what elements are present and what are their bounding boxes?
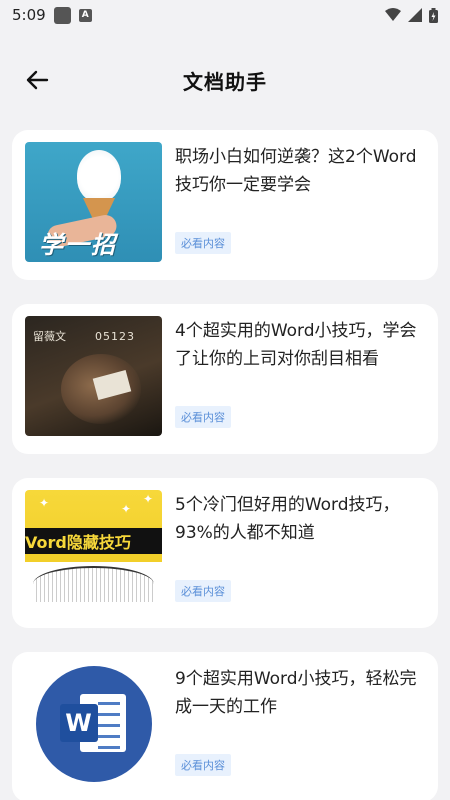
thumbnail-caption: W: [59, 704, 98, 742]
article-title: 5个冷门但好用的Word技巧，93%的人都不知道: [175, 495, 400, 543]
article-tag: 必看内容: [175, 580, 231, 602]
article-card[interactable]: 留薇文 05123 4个超实用的Word小技巧，学会了让你的上司对你刮目相看 必…: [12, 304, 438, 454]
thumbnail-date: 05123: [95, 330, 135, 343]
article-card[interactable]: 学一招 职场小白如何逆袭？这2个Word技巧你一定要学会 必看内容: [12, 130, 438, 280]
article-thumbnail: 留薇文 05123: [25, 316, 162, 436]
article-tag: 必看内容: [175, 406, 231, 428]
article-title: 职场小白如何逆袭？这2个Word技巧你一定要学会: [175, 147, 417, 195]
thumbnail-logo: 留薇文: [33, 330, 66, 343]
page-title: 文档助手: [183, 69, 267, 94]
status-time: 5:09: [12, 6, 46, 24]
article-thumbnail: 学一招: [25, 142, 162, 262]
thumbnail-caption: Vord隐藏技巧: [25, 528, 162, 554]
article-tag: 必看内容: [175, 232, 231, 254]
wifi-icon: [385, 8, 401, 21]
article-list: 学一招 职场小白如何逆袭？这2个Word技巧你一定要学会 必看内容 留薇文 05…: [0, 130, 450, 800]
thumbnail-caption: 学一招: [39, 231, 117, 259]
article-card[interactable]: ✦ ✦ ✦ Vord隐藏技巧 5个冷门但好用的Word技巧，93%的人都不知道 …: [12, 478, 438, 628]
signal-icon: [408, 8, 422, 22]
article-card[interactable]: W 9个超实用Word小技巧，轻松完成一天的工作 必看内容: [12, 652, 438, 800]
status-bar: 5:09 A: [0, 0, 450, 30]
article-title: 9个超实用Word小技巧，轻松完成一天的工作: [175, 669, 417, 717]
app-notification-icon: A: [78, 8, 92, 22]
article-tag: 必看内容: [175, 754, 231, 776]
article-title: 4个超实用的Word小技巧，学会了让你的上司对你刮目相看: [175, 321, 417, 369]
back-arrow-icon: [26, 70, 49, 90]
article-thumbnail: ✦ ✦ ✦ Vord隐藏技巧: [25, 490, 162, 610]
battery-icon: [429, 7, 438, 23]
notification-icon: [53, 6, 71, 24]
article-thumbnail: W: [25, 664, 162, 784]
back-button[interactable]: [22, 65, 52, 95]
header: 文档助手: [0, 30, 450, 130]
word-logo-icon: W: [35, 666, 152, 782]
